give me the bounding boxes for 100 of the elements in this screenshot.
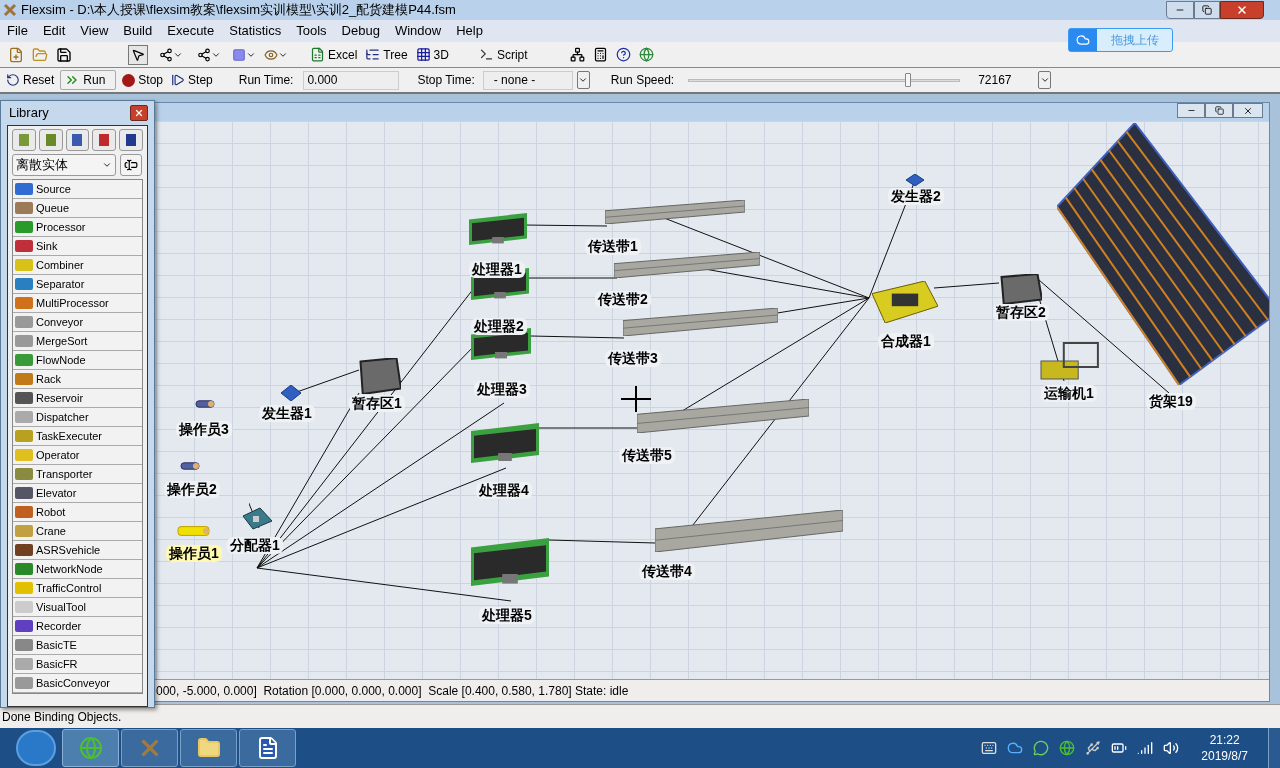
toolbar-button[interactable]: 3D xyxy=(415,45,449,64)
folder-taskbar-button[interactable] xyxy=(180,729,237,767)
object-icon xyxy=(15,392,33,404)
window-title: Flexsim - D:\本人授课\flexsim教案\flexsim实训模型\实训2_配货建模P44.fsm xyxy=(21,1,456,20)
reset-button[interactable]: Reset xyxy=(4,71,57,89)
signal-icon[interactable] xyxy=(1137,740,1154,756)
library-item[interactable]: BasicTE xyxy=(13,636,142,655)
menu-item[interactable]: Build xyxy=(123,21,153,41)
menu-item[interactable]: Debug xyxy=(341,21,380,41)
new-file-icon[interactable] xyxy=(8,46,24,63)
object-icon xyxy=(15,563,33,575)
menu-item[interactable]: View xyxy=(80,21,109,41)
save-icon[interactable] xyxy=(56,46,72,63)
network-icon[interactable] xyxy=(569,47,585,62)
view-button[interactable] xyxy=(264,47,288,62)
library-item[interactable]: BasicConveyor xyxy=(13,674,142,693)
library-item[interactable]: NetworkNode xyxy=(13,560,142,579)
start-button[interactable] xyxy=(16,730,56,766)
library-item[interactable]: Reservoir xyxy=(13,389,142,408)
stop-time-field[interactable]: - none - xyxy=(482,70,573,90)
library-item[interactable]: Robot xyxy=(13,503,142,522)
object-icon xyxy=(15,582,33,594)
menu-item[interactable]: Execute xyxy=(167,21,215,41)
document-taskbar-button[interactable] xyxy=(239,729,296,767)
minimize-button[interactable] xyxy=(1177,103,1205,118)
help-icon[interactable] xyxy=(615,47,631,62)
library-item[interactable]: ASRSvehicle xyxy=(13,541,142,560)
run-button[interactable]: Run xyxy=(60,70,117,90)
toolbar-button[interactable]: Tree xyxy=(365,45,408,64)
library-item[interactable]: Source xyxy=(13,180,142,199)
minimize-button[interactable] xyxy=(1166,1,1194,19)
library-item[interactable]: TaskExecuter xyxy=(13,427,142,446)
dropdown-button[interactable] xyxy=(576,71,590,89)
menu-item[interactable]: Help xyxy=(456,21,483,41)
grid-icon xyxy=(415,47,431,62)
run-speed-slider[interactable] xyxy=(688,73,961,87)
label-toggle-button[interactable] xyxy=(120,154,142,176)
object-label: 发生器1 xyxy=(259,405,315,422)
library-item[interactable]: TrafficControl xyxy=(13,579,142,598)
library-item[interactable]: Sink xyxy=(13,237,142,256)
run-time-field[interactable]: 0.000 xyxy=(303,70,400,90)
menu-item[interactable]: Edit xyxy=(42,21,66,41)
library-tool-button[interactable] xyxy=(65,129,90,151)
library-item[interactable]: MultiProcessor xyxy=(13,294,142,313)
usb-icon[interactable] xyxy=(1085,740,1102,756)
close-button[interactable] xyxy=(130,105,148,121)
slider-thumb[interactable] xyxy=(905,73,912,87)
volume-icon[interactable] xyxy=(1163,740,1180,756)
open-folder-icon[interactable] xyxy=(32,46,48,63)
library-item[interactable]: MergeSort xyxy=(13,332,142,351)
restore-button[interactable] xyxy=(1205,103,1233,118)
library-item[interactable]: Dispatcher xyxy=(13,408,142,427)
library-item[interactable]: Recorder xyxy=(13,617,142,636)
object-label: 操作员1 xyxy=(166,545,222,562)
toolbar-button[interactable]: Script xyxy=(478,45,528,64)
close-button[interactable] xyxy=(1220,1,1264,19)
library-item[interactable]: Crane xyxy=(13,522,142,541)
chat-icon[interactable] xyxy=(1033,740,1050,756)
caret-icon xyxy=(102,160,112,170)
library-item[interactable]: Rack xyxy=(13,370,142,389)
cloud-icon[interactable] xyxy=(1007,740,1024,756)
close-button[interactable] xyxy=(1233,103,1263,118)
caret-icon xyxy=(578,75,589,85)
queue-object xyxy=(356,358,401,394)
browser-icon[interactable] xyxy=(1059,740,1076,756)
color-button[interactable] xyxy=(232,47,256,62)
library-item[interactable]: Elevator xyxy=(13,484,142,503)
restore-button[interactable] xyxy=(1194,1,1220,19)
menu-item[interactable]: File xyxy=(7,21,28,41)
library-item[interactable]: BasicFR xyxy=(13,655,142,674)
library-item[interactable]: Conveyor xyxy=(13,313,142,332)
library-item[interactable]: Queue xyxy=(13,199,142,218)
globe-icon[interactable] xyxy=(638,47,654,62)
toolbar-button[interactable]: Excel xyxy=(310,45,358,64)
library-tool-button[interactable] xyxy=(92,129,117,151)
dropdown-button[interactable] xyxy=(1038,71,1052,89)
object-icon xyxy=(15,202,33,214)
object-icon xyxy=(15,297,33,309)
clock-time: 21:22 xyxy=(1209,732,1240,748)
library-item[interactable]: VisualTool xyxy=(13,598,142,617)
library-item[interactable]: Separator xyxy=(13,275,142,294)
library-item[interactable]: Combiner xyxy=(13,256,142,275)
step-button[interactable]: Step xyxy=(169,71,215,89)
menu-item[interactable]: Window xyxy=(394,21,442,41)
category-dropdown[interactable]: 离散实体 xyxy=(12,154,116,176)
folder-icon xyxy=(196,736,221,760)
show-desktop-button[interactable] xyxy=(1268,728,1280,768)
table-icon[interactable] xyxy=(592,47,608,62)
library-item[interactable]: Transporter xyxy=(13,465,142,484)
menu-item[interactable]: Statistics xyxy=(229,21,282,41)
keyboard-icon[interactable] xyxy=(981,740,998,756)
stop-button[interactable]: Stop xyxy=(120,71,166,89)
library-item[interactable]: Processor xyxy=(13,218,142,237)
library-item[interactable]: Operator xyxy=(13,446,142,465)
clock[interactable]: 21:22 2019/8/7 xyxy=(1201,732,1248,764)
battery-icon[interactable] xyxy=(1111,740,1128,756)
menu-item[interactable]: Tools xyxy=(296,21,327,41)
pointer-tool-button[interactable] xyxy=(128,44,148,65)
library-tool-button[interactable] xyxy=(119,129,143,151)
library-item[interactable]: FlowNode xyxy=(13,351,142,370)
